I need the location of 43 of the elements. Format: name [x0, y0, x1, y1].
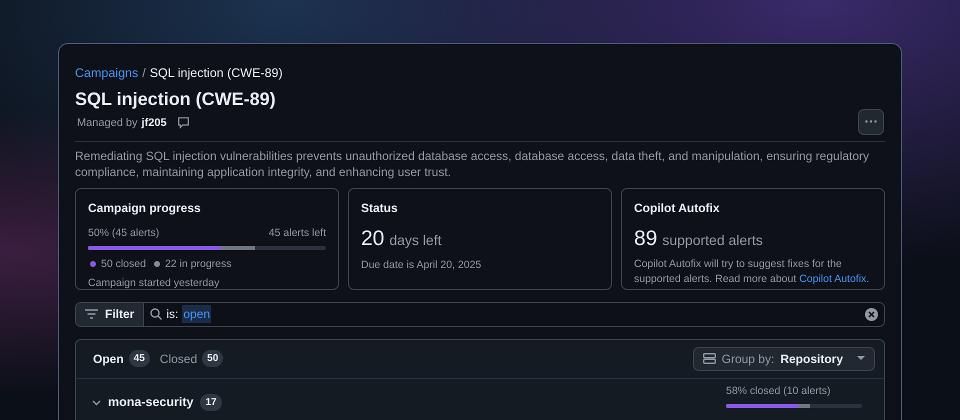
- breadcrumb-separator: /: [142, 65, 146, 82]
- days-value: 20: [361, 226, 384, 252]
- more-icon: [865, 120, 877, 124]
- comment-icon[interactable]: [176, 117, 190, 129]
- alerts-value: 89: [634, 226, 658, 252]
- alerts-left: 45 alerts left: [268, 226, 326, 241]
- repository-summary: 58% closed (10 alerts): [726, 384, 832, 399]
- tab-label: Open: [93, 350, 124, 368]
- clear-icon[interactable]: [865, 308, 878, 321]
- tab-label: Closed: [160, 350, 198, 368]
- campaign-description: Remediating SQL injection vulnerabilities prevents unauthorized database access, database access, data theft, and manipulation, ensuring regulatory compliance, maintaining application integrity, and enhancing user trust.: [75, 148, 870, 180]
- filter-button[interactable]: Filter: [76, 302, 144, 326]
- caret-icon: [857, 356, 865, 362]
- count-badge: 45: [128, 350, 150, 368]
- breadcrumb-link[interactable]: Campaigns: [75, 64, 138, 83]
- count-badge: 50: [202, 350, 224, 368]
- filter-icon: [85, 309, 98, 320]
- query-value: open: [182, 305, 212, 324]
- tab[interactable]: Open 45: [93, 350, 150, 368]
- group-by-button[interactable]: Group by: Repository: [692, 346, 875, 371]
- campaign-started: Campaign started yesterday: [88, 276, 220, 292]
- repository-name[interactable]: mona-security: [108, 392, 194, 412]
- legend-label: 50 closed: [101, 256, 146, 272]
- rows-icon: [702, 353, 716, 364]
- managed-by-label: Managed by: [77, 116, 138, 131]
- alerts-unit: supported alerts: [662, 230, 763, 250]
- tab[interactable]: Closed 50: [160, 350, 224, 368]
- legend-label: 22 in progress: [164, 256, 232, 272]
- days-unit: days left: [389, 230, 442, 250]
- page-title: SQL injection (CWE-89): [75, 88, 276, 111]
- count-badge: 17: [200, 394, 222, 411]
- card-title: Campaign progress: [88, 200, 202, 217]
- card-title: Status: [361, 200, 399, 217]
- search-icon: [150, 308, 162, 320]
- progress-percent: 50% (45 alerts): [88, 226, 160, 241]
- autofix-link[interactable]: Copilot Autofix: [799, 273, 866, 286]
- breadcrumb-current: SQL injection (CWE-89): [150, 65, 283, 82]
- query-key: is:: [166, 305, 178, 324]
- due-date: Due date is April 20, 2025: [361, 258, 482, 274]
- manager-name[interactable]: jf205: [142, 114, 167, 132]
- card-title: Copilot Autofix: [634, 200, 721, 217]
- autofix-description: Copilot Autofix will try to suggest fixes for the supported alerts. Read more about Copilot Autofix.: [634, 257, 870, 288]
- chevron-down-icon[interactable]: [92, 398, 101, 407]
